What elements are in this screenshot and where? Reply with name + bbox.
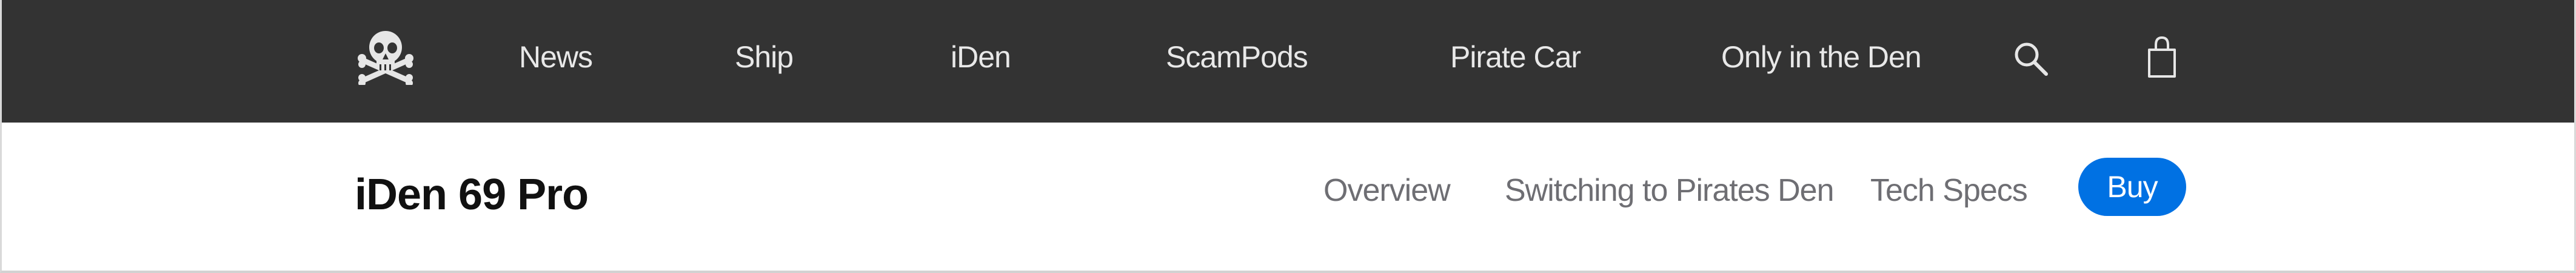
buy-button[interactable]: Buy — [2078, 158, 2186, 216]
global-nav: News Ship iDen ScamPods Pirate Car Only … — [2, 0, 2574, 123]
nav-item-ship[interactable]: Ship — [735, 39, 794, 75]
skull-crossbones-icon[interactable] — [356, 29, 415, 87]
product-title: iDen 69 Pro — [355, 170, 589, 219]
page: News Ship iDen ScamPods Pirate Car Only … — [0, 0, 2576, 273]
shopping-bag-icon[interactable] — [2147, 35, 2177, 79]
nav-item-only-in-the-den[interactable]: Only in the Den — [1721, 39, 1922, 75]
nav-item-scampods[interactable]: ScamPods — [1166, 39, 1308, 75]
nav-item-iden[interactable]: iDen — [951, 39, 1011, 75]
local-link-tech-specs[interactable]: Tech Specs — [1870, 171, 2028, 210]
search-icon[interactable] — [2012, 40, 2050, 78]
local-link-switching[interactable]: Switching to Pirates Den — [1505, 171, 1834, 210]
nav-item-news[interactable]: News — [519, 39, 593, 75]
nav-item-pirate-car[interactable]: Pirate Car — [1450, 39, 1581, 75]
local-link-overview[interactable]: Overview — [1323, 171, 1451, 210]
